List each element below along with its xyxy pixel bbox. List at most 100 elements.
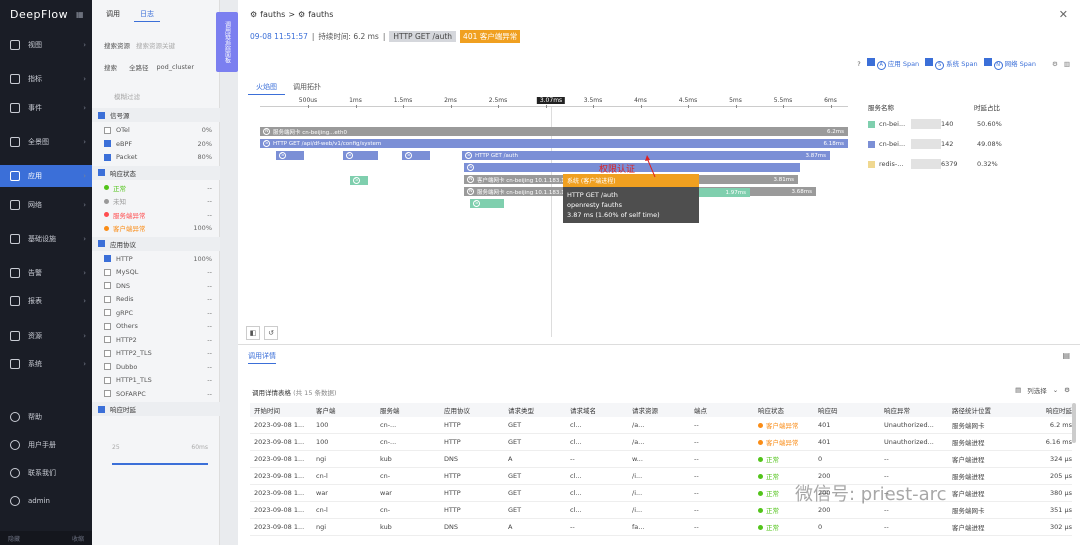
table-row[interactable]: 2023-09-08 1... ngi kub DNS A -- w... -- 正常 0 -- 客户… [250, 451, 1072, 468]
filter-option[interactable]: gRPC -- [92, 306, 220, 320]
column-header[interactable]: 响应异常 [880, 405, 948, 415]
reset-zoom-icon[interactable]: ↺ [264, 326, 278, 340]
filter-option[interactable]: HTTP2 -- [92, 333, 220, 347]
service-name-header[interactable]: 服务名称 [868, 102, 974, 112]
column-header[interactable]: 请求域名 [566, 405, 628, 415]
column-header[interactable]: 开始时间 [250, 405, 312, 415]
help-icon[interactable]: ? [857, 60, 860, 68]
column-header[interactable]: 端点 [690, 405, 754, 415]
layout-toggle-icon[interactable]: ▥ [1064, 60, 1070, 68]
filter-section-header[interactable]: 信号源 [92, 108, 220, 122]
nav-item[interactable]: admin [0, 490, 92, 512]
tab-logs[interactable]: 日志 [134, 7, 160, 22]
settings-icon[interactable]: ⚙ [1052, 60, 1058, 68]
nav-item[interactable]: 事件 › [0, 97, 92, 119]
nav-item[interactable]: 全景图 › [0, 131, 92, 153]
flame-span[interactable]: S [350, 176, 368, 185]
filter-section-header[interactable]: 应用协议 [92, 236, 220, 251]
table-row[interactable]: 2023-09-08 1... 100 cn-... HTTP GET cl... /a..… [250, 434, 1072, 451]
settings-icon[interactable]: ⚙ [1064, 386, 1070, 394]
column-header[interactable]: 响应状态 [754, 405, 814, 415]
nav-item[interactable]: 应用 › [0, 165, 92, 187]
latency-share-header[interactable]: 时延占比 [974, 102, 1000, 112]
full-path-option[interactable]: 全路径 [129, 62, 149, 72]
service-row[interactable]: cn-bei... 140 50.60% [868, 114, 1080, 134]
section-divider[interactable] [238, 344, 1080, 345]
filter-option[interactable]: 客户端异常 100% [92, 221, 220, 235]
filter-option[interactable]: OTel 0% [92, 123, 220, 137]
column-header[interactable]: 服务端 [376, 405, 440, 415]
flame-span[interactable]: N 服务端网卡 cn-beijing...eth0 6.2ms [260, 127, 848, 136]
panel-toggle-icon[interactable]: ◧ [246, 326, 260, 340]
nav-item[interactable]: 告警 › [0, 262, 92, 284]
nav-item[interactable]: 指标 › [0, 68, 92, 90]
table-row[interactable]: 2023-09-08 1... war war HTTP GET cl... /i... --… [250, 485, 1072, 502]
shrink-nav-button[interactable]: 收缩 [72, 534, 84, 543]
search-resource-input[interactable]: 搜索资源关键 [136, 40, 175, 50]
filter-option[interactable]: Others -- [92, 319, 220, 333]
service-row[interactable]: redis-... 6379 0.32% [868, 154, 1080, 174]
expand-icon[interactable]: ▤ [1062, 351, 1070, 360]
latency-min[interactable]: 25 [112, 444, 120, 454]
nav-item[interactable]: 报表 › [0, 290, 92, 312]
latency-slider[interactable] [112, 463, 208, 465]
service-row[interactable]: cn-bei... 142 49.08% [868, 134, 1080, 154]
nav-item[interactable]: 联系我们 [0, 462, 92, 484]
filter-option[interactable]: HTTP1_TLS -- [92, 373, 220, 387]
column-header[interactable]: 路径统计位置 [948, 405, 1022, 415]
column-header[interactable]: 响应时延 [1022, 405, 1072, 415]
nav-item[interactable]: 用户手册 [0, 434, 92, 456]
search-button[interactable]: 搜索 [104, 62, 117, 72]
filter-option[interactable]: MySQL -- [92, 265, 220, 279]
legend-system[interactable]: S 系统 Span [925, 58, 978, 70]
filter-option[interactable]: 正常 -- [92, 181, 220, 195]
checkbox-icon[interactable] [98, 169, 105, 176]
filter-option[interactable]: HTTP 100% [92, 252, 220, 266]
flame-span[interactable]: S [470, 199, 504, 208]
filter-section-header[interactable]: 响应时延 [92, 402, 220, 416]
table-row[interactable]: 2023-09-08 1... cn-l cn- HTTP GET cl... /i... -… [250, 468, 1072, 485]
breadcrumb-service-2[interactable]: fauths [308, 10, 333, 19]
filter-option[interactable]: eBPF 20% [92, 137, 220, 151]
column-header[interactable]: 客户端 [312, 405, 376, 415]
trace-side-tab[interactable]: 调用链追踪面板 [216, 12, 238, 72]
nav-item[interactable]: 网络 › [0, 194, 92, 216]
latency-max[interactable]: 60ms [191, 444, 208, 454]
nav-item[interactable]: 帮助 [0, 406, 92, 428]
filter-option[interactable]: Redis -- [92, 292, 220, 306]
tab-calls[interactable]: 调用 [100, 7, 126, 21]
checkbox-icon[interactable] [98, 405, 105, 413]
filter-section-header[interactable]: 响应状态 [92, 165, 220, 180]
filter-option[interactable]: 服务端异常 -- [92, 208, 220, 222]
filter-option[interactable]: SOFARPC -- [92, 387, 220, 401]
table-row[interactable]: 2023-09-08 1... cn-l cn- HTTP GET cl... /i... -… [250, 502, 1072, 519]
tab-call-topology[interactable]: 调用拓扑 [285, 80, 329, 95]
latency-range[interactable]: 25 60ms [112, 444, 208, 454]
filter-option[interactable]: Packet 80% [92, 150, 220, 164]
table-row[interactable]: 2023-09-08 1... 100 cn-... HTTP GET cl... /a..… [250, 417, 1072, 434]
column-header[interactable]: 请求类型 [504, 405, 566, 415]
nav-item[interactable]: 资源 › [0, 325, 92, 347]
checkbox-icon[interactable] [98, 111, 105, 119]
legend-app[interactable]: A 应用 Span [866, 58, 919, 70]
nav-item[interactable]: 基础设施 › [0, 228, 92, 250]
column-select[interactable]: 列选择 [1027, 385, 1047, 395]
flame-span[interactable]: S [343, 151, 378, 160]
table-scrollbar[interactable] [1072, 403, 1076, 443]
tab-call-details[interactable]: 调用详情 [248, 351, 276, 364]
column-header[interactable]: 请求资源 [628, 405, 690, 415]
filter-option[interactable]: HTTP2_TLS -- [92, 346, 220, 360]
flame-span[interactable]: S [402, 151, 430, 160]
nav-item[interactable]: 视图 › [0, 34, 92, 56]
collapse-nav-icon[interactable]: ▦ [76, 10, 85, 19]
nav-item[interactable]: 系统 › [0, 353, 92, 375]
column-select-icon[interactable]: ▤ [1015, 386, 1021, 394]
checkbox-icon[interactable] [98, 240, 105, 247]
flame-span[interactable]: S HTTP GET /api/df-web/v1/config/system 6.… [260, 139, 848, 148]
breadcrumb-service-1[interactable]: fauths [260, 10, 285, 19]
group-by-select[interactable]: pod_cluster [157, 63, 195, 71]
legend-network[interactable]: N 网络 Span [983, 58, 1036, 70]
tab-flame-graph[interactable]: 火焰图 [248, 80, 285, 95]
filter-option[interactable]: 未知 -- [92, 194, 220, 208]
column-header[interactable]: 应用协议 [440, 405, 504, 415]
